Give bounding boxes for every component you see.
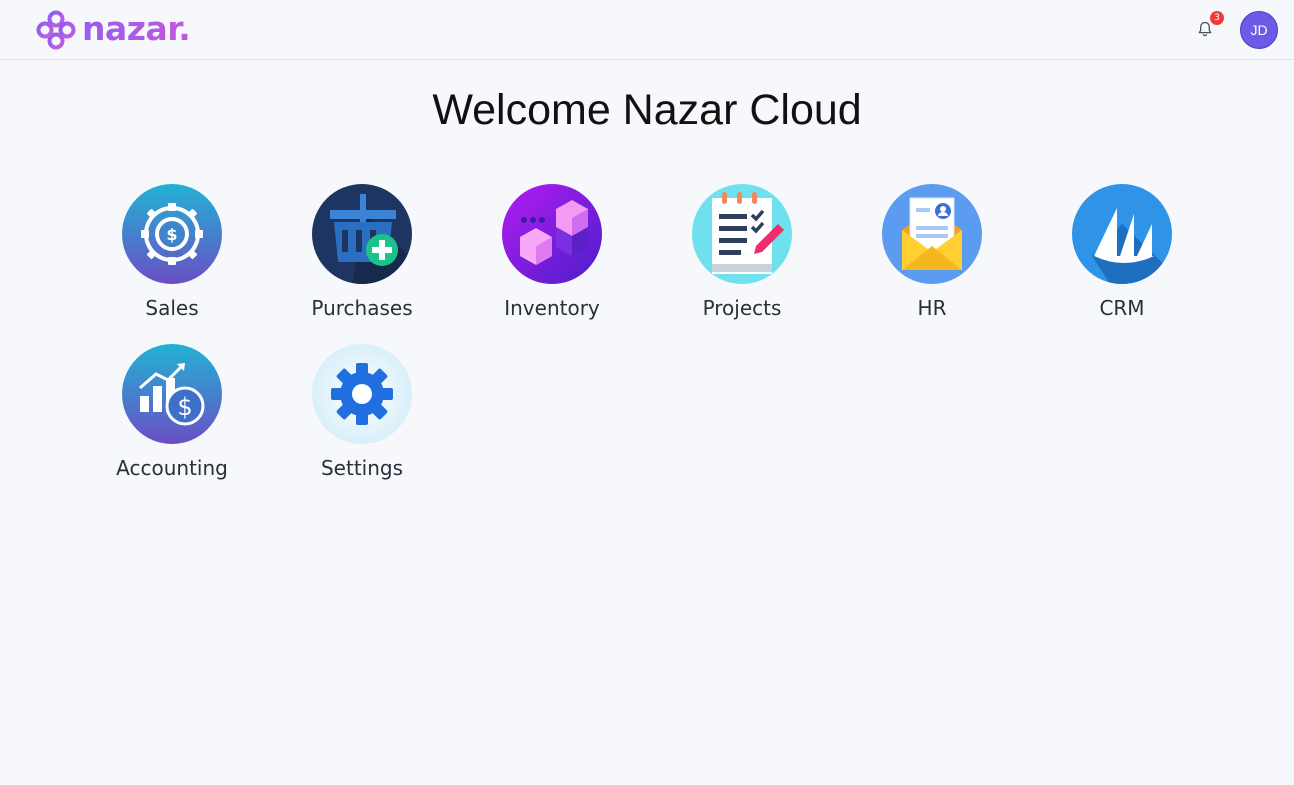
purchases-icon — [312, 184, 412, 284]
app-label: Settings — [320, 456, 404, 480]
accounting-icon: $ — [122, 344, 222, 444]
sales-icon: $ — [122, 184, 222, 284]
app-label: Sales — [145, 296, 199, 320]
app-tile-projects[interactable]: Projects — [667, 184, 817, 320]
brand-logo[interactable]: nazar. — [36, 8, 191, 50]
page-title: Welcome Nazar Cloud — [432, 86, 862, 134]
app-label: Accounting — [116, 456, 228, 480]
app-label: Projects — [702, 296, 782, 320]
brand-name: nazar. — [82, 8, 191, 48]
app-label: Purchases — [311, 296, 413, 320]
app-label: HR — [917, 296, 947, 320]
user-avatar[interactable]: JD — [1240, 11, 1278, 49]
hr-icon — [882, 184, 982, 284]
app-tile-accounting[interactable]: $ Accounting — [97, 344, 247, 480]
projects-icon — [692, 184, 792, 284]
inventory-icon — [502, 184, 602, 284]
notification-count-badge: 3 — [1210, 11, 1224, 25]
crm-icon — [1072, 184, 1172, 284]
app-tile-purchases[interactable]: Purchases — [287, 184, 437, 320]
app-tile-crm[interactable]: CRM — [1047, 184, 1197, 320]
app-tile-hr[interactable]: HR — [857, 184, 1007, 320]
svg-text:$: $ — [166, 225, 177, 244]
app-tile-sales[interactable]: $ Sales — [97, 184, 247, 320]
app-tile-inventory[interactable]: Inventory — [477, 184, 627, 320]
app-label: Inventory — [504, 296, 600, 320]
app-label: CRM — [1099, 296, 1145, 320]
top-bar: nazar. 3 JD — [0, 0, 1294, 60]
settings-icon — [312, 344, 412, 444]
svg-text:$: $ — [177, 393, 192, 421]
app-tile-settings[interactable]: Settings — [287, 344, 437, 480]
nazar-logo-icon — [36, 10, 76, 50]
